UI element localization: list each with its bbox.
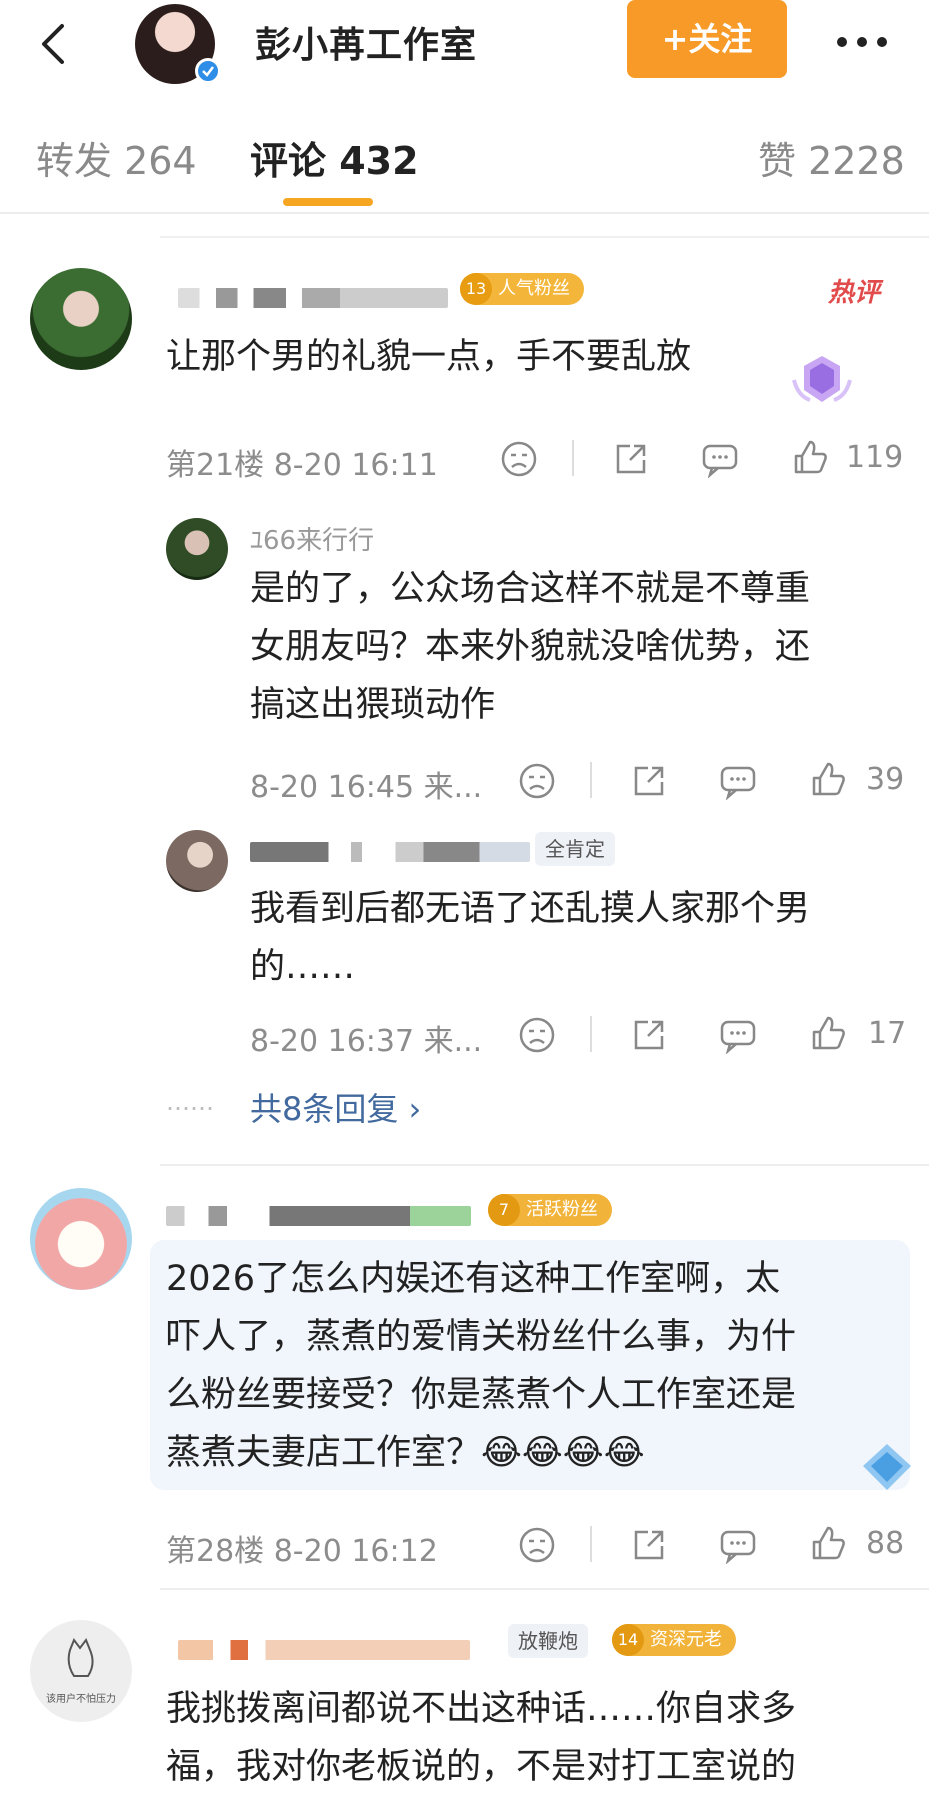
like-thumb-icon[interactable] [808, 1014, 848, 1054]
dislike-face-icon[interactable] [500, 440, 538, 478]
replies-dots: …… [166, 1088, 214, 1116]
comment-bubble-icon[interactable] [700, 440, 740, 478]
view-more-replies-link[interactable]: 共8条回复 › [250, 1084, 421, 1130]
like-thumb-icon[interactable] [790, 438, 830, 478]
meta-divider [590, 762, 592, 798]
dislike-face-icon[interactable] [518, 1016, 556, 1054]
comment-bubble-icon[interactable] [718, 1526, 758, 1564]
commenter-name-blurred[interactable] [178, 288, 448, 308]
avatar-caption: 该用户不怕压力 [46, 1694, 116, 1705]
diamond-badge-icon [863, 1444, 911, 1490]
more-options-icon[interactable] [832, 22, 892, 62]
meta-divider [572, 440, 574, 476]
like-count: 88 [866, 1526, 905, 1561]
reply-time: 8-20 16:37 来... [250, 1024, 483, 1059]
commenter-name-blurred[interactable] [166, 1206, 471, 1226]
section-divider [160, 236, 929, 238]
hot-comment-badge: 热评 [828, 278, 881, 308]
tab-divider [0, 212, 929, 214]
comment-text-line: 2026了怎么内娱还有这种工作室啊，太 [166, 1259, 781, 1299]
fan-badge-label: 人气粉丝 [498, 278, 570, 299]
reply-author-badge: 全肯定 [535, 832, 615, 866]
meta-divider [590, 1016, 592, 1052]
page-title[interactable]: 彭小苒工作室 [255, 16, 477, 68]
commenter-avatar[interactable] [30, 1188, 132, 1290]
comment-bubble-icon[interactable] [718, 762, 758, 800]
commenter-name-blurred[interactable] [178, 1640, 470, 1660]
tab-comments[interactable]: 评论 432 [250, 130, 419, 185]
like-count: 39 [866, 762, 905, 797]
like-count: 119 [846, 440, 904, 475]
reply-author-name-blurred[interactable] [250, 842, 530, 862]
verified-badge-icon [195, 58, 221, 84]
cat-doodle-icon [67, 1637, 94, 1677]
share-icon[interactable] [630, 1016, 668, 1054]
commenter-avatar[interactable]: 该用户不怕压力 [30, 1620, 132, 1722]
meta-divider [590, 1526, 592, 1562]
active-tab-indicator [283, 198, 373, 206]
like-thumb-icon[interactable] [808, 1524, 848, 1564]
comment-divider [160, 1164, 929, 1166]
reply-avatar[interactable] [166, 830, 228, 892]
reply-text-line: 搞这出猥琐动作 [250, 685, 496, 725]
top-bar: 彭小苒工作室 +关注 [0, 0, 929, 88]
event-badge: 放鞭炮 [508, 1624, 588, 1658]
diamond-crown-icon [792, 356, 852, 402]
share-icon[interactable] [612, 440, 650, 478]
dislike-face-icon[interactable] [518, 1526, 556, 1564]
reply-text-line: 是的了，公众场合这样不就是不尊重 [250, 569, 811, 609]
comment-text-line: 吓人了，蒸煮的爱情关粉丝什么事，为什 [166, 1317, 797, 1357]
tab-likes[interactable]: 赞 2228 [758, 130, 905, 185]
fan-level: 7 [488, 1194, 520, 1226]
dislike-face-icon[interactable] [518, 762, 556, 800]
comment-floor-time: 第28楼 8-20 16:12 [166, 1534, 438, 1569]
comment-text-line: 么粉丝要接受？你是蒸煮个人工作室还是 [166, 1375, 797, 1415]
share-icon[interactable] [630, 1526, 668, 1564]
comment-text-line: 福，我对你老板说的，不是对打工室说的 [166, 1747, 797, 1787]
reply-text-line: 的…… [250, 947, 356, 987]
reply-avatar[interactable] [166, 518, 228, 580]
comment-bubble-icon[interactable] [718, 1016, 758, 1054]
commenter-avatar[interactable] [30, 268, 132, 370]
fan-level: 14 [612, 1624, 644, 1656]
fan-badge-label: 资深元老 [650, 1629, 722, 1650]
comment-floor-time: 第21楼 8-20 16:11 [166, 448, 438, 483]
fan-badge-label: 活跃粉丝 [526, 1199, 598, 1220]
reply-text-line: 女朋友吗？本来外貌就没啥优势，还 [250, 627, 811, 667]
fan-badge: 14 资深元老 [612, 1624, 736, 1656]
reply-text-line: 我看到后都无语了还乱摸人家那个男 [250, 889, 811, 929]
comment-text-line: 我挑拨离间都说不出这种话……你自求多 [166, 1689, 797, 1729]
reply-time: 8-20 16:45 来... [250, 770, 483, 805]
comment-divider [160, 1588, 929, 1590]
follow-button[interactable]: +关注 [627, 0, 787, 78]
reply-author-name[interactable]: ﾕ66来行行 [250, 520, 374, 557]
like-thumb-icon[interactable] [808, 760, 848, 800]
comment-text-line: 蒸煮夫妻店工作室？😂😂😂😂 [166, 1433, 645, 1473]
tab-repost[interactable]: 转发 264 [36, 130, 197, 185]
comment-text: 让那个男的礼貌一点，手不要乱放 [166, 337, 692, 377]
back-arrow-icon[interactable] [34, 22, 74, 66]
fan-badge: 7 活跃粉丝 [488, 1194, 612, 1226]
fan-level: 13 [460, 273, 492, 305]
fan-badge: 13 人气粉丝 [460, 273, 584, 305]
like-count: 17 [868, 1016, 907, 1051]
share-icon[interactable] [630, 762, 668, 800]
